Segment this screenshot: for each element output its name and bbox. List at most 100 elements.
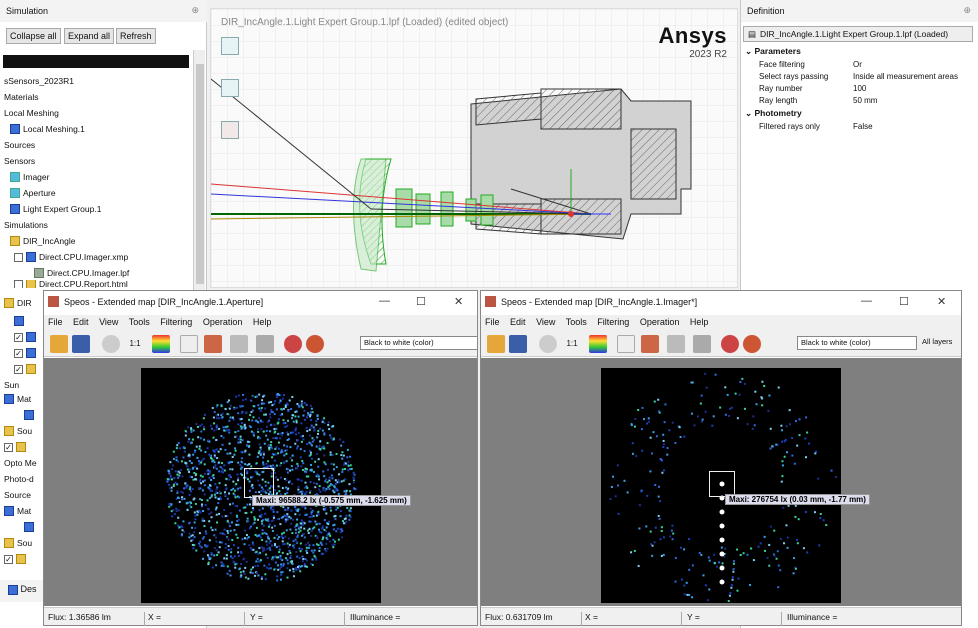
colormap-select[interactable]: Black to white (color) <box>360 336 478 350</box>
tree-item-partial-check[interactable]: ✓ <box>4 552 26 566</box>
close-icon[interactable]: ✕ <box>454 295 463 308</box>
actual-size-icon[interactable]: 1:1 <box>126 335 144 353</box>
tree-item-simulations[interactable]: Simulations <box>4 218 48 232</box>
tree-item-root[interactable]: sSensors_2023R1 <box>4 74 74 88</box>
menu-tools[interactable]: Tools <box>566 317 587 327</box>
tree-item-imager-xmp[interactable]: Direct.CPU.Imager.xmp <box>14 250 128 264</box>
menu-operation[interactable]: Operation <box>203 317 243 327</box>
property-row[interactable]: Filtered rays only False <box>745 122 978 134</box>
tree-item-partial-icon[interactable] <box>14 314 24 328</box>
menu-edit[interactable]: Edit <box>73 317 89 327</box>
tree-item-partial-check[interactable]: ✓ <box>4 440 26 454</box>
document-icon[interactable] <box>617 335 635 353</box>
tree-item-mat-2[interactable]: Mat <box>4 504 31 518</box>
pin-icon[interactable]: ⊕ <box>191 5 199 16</box>
photometry-section[interactable]: ⌄ Photometry <box>745 108 802 119</box>
document-icon[interactable] <box>180 335 198 353</box>
maximize-icon[interactable]: ☐ <box>416 295 426 308</box>
illuminance-map[interactable] <box>141 368 381 603</box>
tree-item-local-meshing-1[interactable]: Local Meshing.1 <box>10 122 85 136</box>
menu-help[interactable]: Help <box>253 317 272 327</box>
tree-item-sou[interactable]: Sou <box>4 424 32 438</box>
tree-item-partial[interactable]: DIR <box>4 296 32 310</box>
layers-select[interactable]: All layers <box>919 336 961 350</box>
tree-item-partial-icon[interactable] <box>24 520 34 534</box>
minimize-icon[interactable]: — <box>861 295 872 307</box>
measure-icon[interactable] <box>256 335 274 353</box>
tree-item-sou-2[interactable]: Sou <box>4 536 32 550</box>
layers-icon[interactable] <box>204 335 222 353</box>
menu-edit[interactable]: Edit <box>510 317 526 327</box>
viewport-tool-icon[interactable] <box>221 37 239 55</box>
tree-item-partial-check[interactable]: ✓ <box>14 362 36 376</box>
info-icon[interactable] <box>284 335 302 353</box>
tree-item-photo[interactable]: Photo-d <box>4 472 34 486</box>
collapse-all-button[interactable]: Collapse all <box>6 28 61 44</box>
tree-item-mat[interactable]: Mat <box>4 392 31 406</box>
viewport-tool-icon[interactable] <box>221 121 239 139</box>
help-icon[interactable] <box>743 335 761 353</box>
checkbox[interactable] <box>14 252 23 262</box>
tree-item-sensors[interactable]: Sensors <box>4 154 35 168</box>
tree-item-imager[interactable]: Imager <box>10 170 49 184</box>
checkbox[interactable]: ✓ <box>14 364 23 374</box>
tree-item-partial-icon[interactable] <box>24 408 34 422</box>
zoom-icon[interactable] <box>539 335 557 353</box>
tree-item-source[interactable]: Source <box>4 488 31 502</box>
minimize-icon[interactable]: — <box>379 295 390 307</box>
menu-help[interactable]: Help <box>690 317 709 327</box>
scrollbar-thumb[interactable] <box>196 64 204 284</box>
help-icon[interactable] <box>306 335 324 353</box>
tree-item-dir-incangle[interactable]: DIR_IncAngle <box>10 234 75 248</box>
tree-item-report[interactable]: Direct.CPU.Report.html <box>14 280 128 288</box>
parameters-section[interactable]: ⌄ Parameters <box>745 46 801 57</box>
checkbox[interactable]: ✓ <box>4 442 13 452</box>
checkbox[interactable] <box>14 280 23 288</box>
viewport-tool-icon[interactable] <box>221 79 239 97</box>
tree-item-imager-lpf[interactable]: Direct.CPU.Imager.lpf <box>34 266 129 280</box>
measure-icon[interactable] <box>693 335 711 353</box>
checkbox[interactable]: ✓ <box>14 348 23 358</box>
property-row[interactable]: Ray length 50 mm <box>745 96 978 108</box>
menu-operation[interactable]: Operation <box>640 317 680 327</box>
pin-icon[interactable]: ⊕ <box>963 5 971 16</box>
checkbox[interactable]: ✓ <box>4 554 13 564</box>
lines-icon[interactable] <box>230 335 248 353</box>
tree-item-opto[interactable]: Opto Me <box>4 456 37 470</box>
colormap-select[interactable]: Black to white (color) <box>797 336 917 350</box>
tree-item-aperture[interactable]: Aperture <box>10 186 56 200</box>
save-icon[interactable] <box>509 335 527 353</box>
actual-size-icon[interactable]: 1:1 <box>563 335 581 353</box>
window-titlebar[interactable]: Speos - Extended map [DIR_IncAngle.1.Ape… <box>44 291 477 313</box>
open-icon[interactable] <box>487 335 505 353</box>
3d-viewport[interactable]: DIR_IncAngle.1.Light Expert Group.1.lpf … <box>210 8 738 288</box>
open-icon[interactable] <box>50 335 68 353</box>
refresh-button[interactable]: Refresh <box>116 28 156 44</box>
palette-icon[interactable] <box>152 335 170 353</box>
map-canvas[interactable]: Maxi: 96588.2 lx (-0.575 mm, -1.625 mm) <box>44 358 477 606</box>
tree-item-partial-check[interactable]: ✓ <box>14 330 36 344</box>
expand-all-button[interactable]: Expand all <box>64 28 115 44</box>
map-canvas[interactable]: Maxi: 276754 lx (0.03 mm, -1.77 mm) <box>481 358 961 606</box>
property-row[interactable]: Ray number 100 <box>745 84 978 96</box>
tree-item-partial-check[interactable]: ✓ <box>14 346 36 360</box>
illuminance-map[interactable] <box>601 368 841 603</box>
menu-tools[interactable]: Tools <box>129 317 150 327</box>
menu-filtering[interactable]: Filtering <box>160 317 192 327</box>
save-icon[interactable] <box>72 335 90 353</box>
tree-item-sun[interactable]: Sun <box>4 378 19 392</box>
close-icon[interactable]: ✕ <box>937 295 946 308</box>
window-titlebar[interactable]: Speos - Extended map [DIR_IncAngle.1.Ima… <box>481 291 961 313</box>
menu-view[interactable]: View <box>536 317 555 327</box>
menu-file[interactable]: File <box>48 317 63 327</box>
palette-icon[interactable] <box>589 335 607 353</box>
menu-view[interactable]: View <box>99 317 118 327</box>
tree-item-local-meshing[interactable]: Local Meshing <box>4 106 59 120</box>
menu-filtering[interactable]: Filtering <box>597 317 629 327</box>
property-row[interactable]: Face filtering Or <box>745 60 978 72</box>
lines-icon[interactable] <box>667 335 685 353</box>
tree-item-materials[interactable]: Materials <box>4 90 38 104</box>
tree-item-sources[interactable]: Sources <box>4 138 35 152</box>
zoom-icon[interactable] <box>102 335 120 353</box>
layers-icon[interactable] <box>641 335 659 353</box>
